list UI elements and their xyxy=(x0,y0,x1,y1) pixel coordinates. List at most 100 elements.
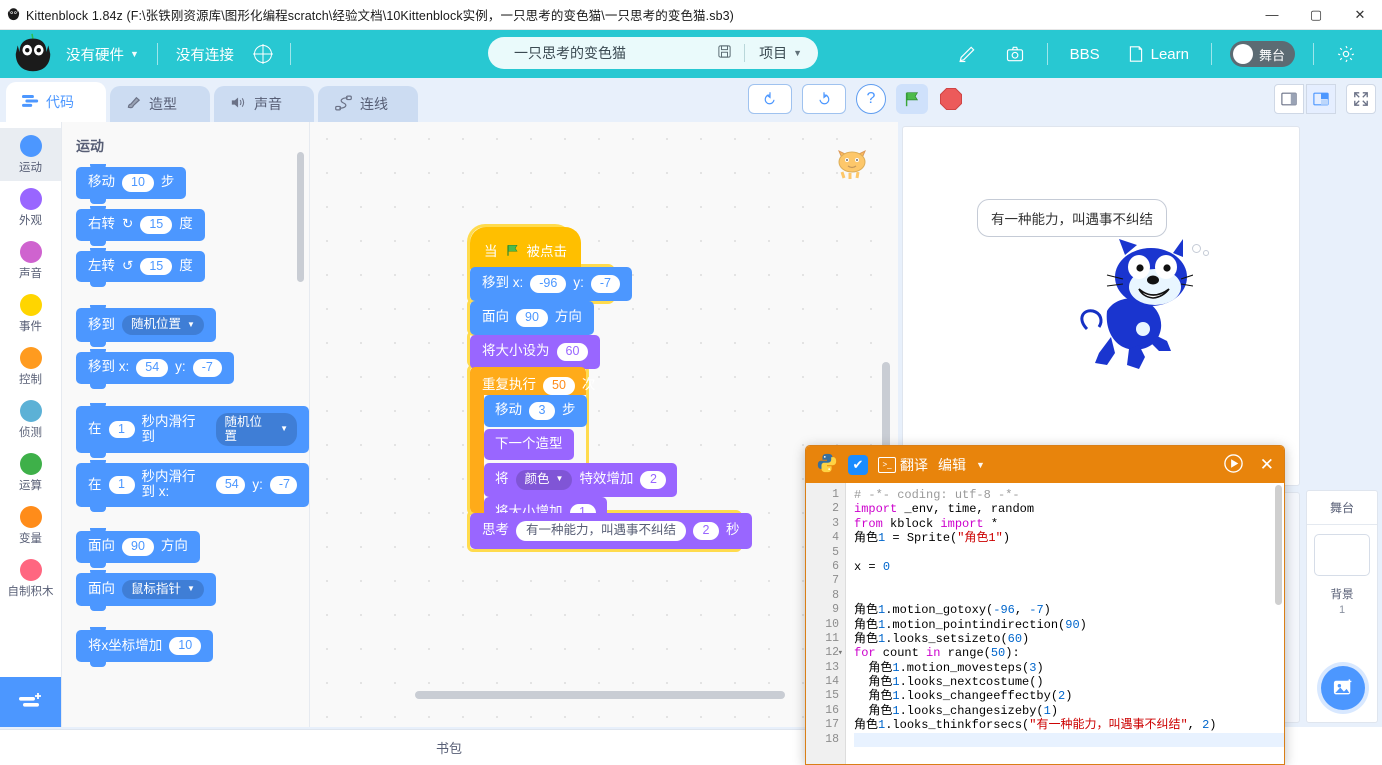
palette-block-glidetorandom[interactable]: 在 1 秒内滑行到 随机位置 ▼ xyxy=(76,402,309,458)
code-line[interactable]: # -*- coding: utf-8 -*- xyxy=(854,488,1284,502)
block-palette[interactable]: 运动 移动 10 步 右转 ↻ 15 度 左转 ↺ 15 度 移到 随机位置 ▼ xyxy=(62,122,310,727)
code-line[interactable]: x = 0 xyxy=(854,560,1284,574)
script-block-changeeffectby[interactable]: 将 颜色 ▼ 特效增加 2 xyxy=(484,463,678,497)
close-icon[interactable]: ✕ xyxy=(1260,455,1274,475)
palette-scrollbar[interactable] xyxy=(297,152,304,282)
hardware-menu[interactable]: 没有硬件 ▼ xyxy=(56,30,149,78)
block-input[interactable]: 10 xyxy=(122,174,154,192)
stop-sign-icon[interactable] xyxy=(938,86,964,112)
category-control[interactable]: 控制 xyxy=(0,340,61,393)
block-input-y[interactable]: -7 xyxy=(192,359,222,377)
block-input[interactable]: 15 xyxy=(140,257,173,276)
layout-normal-icon[interactable] xyxy=(1306,84,1336,114)
project-name-input[interactable]: 一只思考的变色猫 xyxy=(514,43,626,63)
script-block-movesteps[interactable]: 移动 3 步 xyxy=(484,395,587,427)
stage-selector-column[interactable]: 舞台 背景 1 xyxy=(1306,490,1378,723)
block-input[interactable]: 1 xyxy=(108,420,135,439)
stage-toggle[interactable]: 舞台 xyxy=(1229,41,1295,67)
project-menu[interactable]: 项目 ▼ xyxy=(759,43,802,63)
tab-sounds[interactable]: 声音 xyxy=(214,86,314,122)
palette-block-gotorandom[interactable]: 移到 随机位置 ▼ xyxy=(76,305,216,347)
category-motion[interactable]: 运动 xyxy=(0,128,61,181)
block-dropdown[interactable]: 鼠标指针 ▼ xyxy=(122,579,204,600)
category-variables[interactable]: 变量 xyxy=(0,499,61,552)
code-line[interactable] xyxy=(854,589,1284,603)
code-line[interactable]: 角色1.motion_pointindirection(90) xyxy=(854,618,1284,632)
block-dropdown[interactable]: 随机位置 ▼ xyxy=(122,315,204,335)
palette-block-changexby[interactable]: 将x坐标增加 10 xyxy=(76,627,214,667)
bbs-link[interactable]: BBS xyxy=(1056,30,1114,78)
code-line[interactable]: 角色1.motion_gotoxy(-96, -7) xyxy=(854,603,1284,617)
code-line[interactable]: 角色1.motion_movesteps(3) xyxy=(854,661,1284,675)
script-block-thinkforsecs[interactable]: 思考 有一种能力，叫遇事不纠结 2 秒 xyxy=(470,513,752,549)
palette-block-turnright[interactable]: 右转 ↻ 15 度 xyxy=(76,205,205,246)
edit-menu[interactable]: 编辑 ▼ xyxy=(938,455,985,475)
connection-menu[interactable]: 没有连接 xyxy=(166,30,244,78)
block-input[interactable]: 2 xyxy=(640,471,667,489)
script-block-setsizeto[interactable]: 将大小设为 60 xyxy=(470,335,601,369)
redo-icon[interactable] xyxy=(802,84,846,114)
palette-block-pointindirection[interactable]: 面向 90 方向 xyxy=(76,527,200,568)
maximize-button[interactable]: ▢ xyxy=(1294,0,1338,30)
block-input[interactable]: 10 xyxy=(169,637,202,656)
category-operators[interactable]: 运算 xyxy=(0,446,61,499)
tab-wiring[interactable]: 连线 xyxy=(318,86,418,122)
tab-costumes[interactable]: 造型 xyxy=(110,86,210,122)
add-image-icon[interactable] xyxy=(1321,666,1365,710)
code-line[interactable] xyxy=(854,732,1284,748)
language-button[interactable] xyxy=(244,30,282,78)
palette-block-pointtowards[interactable]: 面向 鼠标指针 ▼ xyxy=(76,569,216,612)
add-extension-icon[interactable] xyxy=(0,677,61,727)
block-input-x[interactable]: 54 xyxy=(136,359,169,377)
code-line[interactable]: 角色1.looks_nextcostume() xyxy=(854,675,1284,689)
category-sound[interactable]: 声音 xyxy=(0,234,61,287)
green-flag-icon[interactable] xyxy=(896,84,928,114)
palette-block-glidetoxy[interactable]: 在 1 秒内滑行到 x: 54 y: -7 xyxy=(76,460,309,512)
stage[interactable]: 有一种能力，叫遇事不纠结 xyxy=(902,126,1300,486)
block-input-y[interactable]: -7 xyxy=(269,476,297,494)
save-icon[interactable] xyxy=(717,44,732,62)
block-input[interactable]: 90 xyxy=(516,309,548,327)
block-input[interactable]: 90 xyxy=(122,537,154,556)
block-input[interactable]: 15 xyxy=(140,215,173,234)
block-dropdown[interactable]: 随机位置 ▼ xyxy=(215,412,297,447)
block-input[interactable]: 1 xyxy=(108,476,135,494)
category-sensing[interactable]: 侦测 xyxy=(0,393,61,446)
block-input[interactable]: 60 xyxy=(556,343,589,361)
code-line[interactable]: 角色1.looks_changesizeby(1) xyxy=(854,704,1284,718)
tab-code[interactable]: 代码 xyxy=(6,82,106,122)
palette-block-turnleft[interactable]: 左转 ↺ 15 度 xyxy=(76,247,205,287)
code-line[interactable]: 角色1.looks_changeeffectby(2) xyxy=(854,689,1284,703)
block-input-x[interactable]: 54 xyxy=(215,476,246,494)
translate-button[interactable]: >_ 翻译 xyxy=(878,455,928,475)
script-block-nextcostume[interactable]: 下一个造型 xyxy=(484,429,574,460)
fullscreen-icon[interactable] xyxy=(1346,84,1376,114)
script-block-whenflagclicked[interactable]: 当 被点击 xyxy=(470,227,581,272)
run-icon[interactable] xyxy=(1223,453,1244,477)
code-content[interactable]: # -*- coding: utf-8 -*- import _env, time… xyxy=(846,483,1284,764)
check-icon[interactable]: ✔ xyxy=(848,454,868,475)
stage-toggle-wrap[interactable]: 舞台 xyxy=(1220,30,1305,78)
backdrop-thumbnail[interactable] xyxy=(1314,534,1370,576)
block-input-y[interactable]: -7 xyxy=(590,275,620,293)
help-icon[interactable]: ? xyxy=(856,84,886,114)
python-code-area[interactable]: 1 2 3 4 5 6 7 8 9 10 11 12 ▾ 13 14 15 16 17 18 # -*- codin… xyxy=(806,483,1284,764)
script-block-pointindirection[interactable]: 面向 90 方向 xyxy=(470,301,594,335)
pencil-icon[interactable] xyxy=(943,30,991,78)
code-line[interactable] xyxy=(854,574,1284,588)
learn-link[interactable]: Learn xyxy=(1114,30,1203,78)
gear-icon[interactable] xyxy=(1322,30,1370,78)
block-input-x[interactable]: -96 xyxy=(530,275,567,293)
category-myblocks[interactable]: 自制积木 xyxy=(0,552,61,605)
sprite-cat[interactable] xyxy=(1073,237,1194,377)
palette-block-gotoxy[interactable]: 移到 x: 54 y: -7 xyxy=(76,349,234,389)
code-line[interactable]: 角色1 = Sprite("角色1") xyxy=(854,531,1284,545)
backpack-bar[interactable]: 书包 xyxy=(0,729,898,765)
code-line[interactable] xyxy=(854,546,1284,560)
code-line[interactable]: 角色1.looks_thinkforsecs("有一种能力，叫遇事不纠结", 2… xyxy=(854,718,1284,732)
palette-block-movesteps[interactable]: 移动 10 步 xyxy=(76,164,187,204)
code-line[interactable]: for count in range(50): xyxy=(854,646,1284,660)
minimize-button[interactable]: — xyxy=(1250,0,1294,30)
python-editor-window[interactable]: ✔ >_ 翻译 编辑 ▼ ✕ 1 2 3 4 5 6 7 8 9 10 11 12 ▾ 13 14 15 16 1… xyxy=(805,445,1285,765)
block-input[interactable]: 50 xyxy=(543,377,575,395)
